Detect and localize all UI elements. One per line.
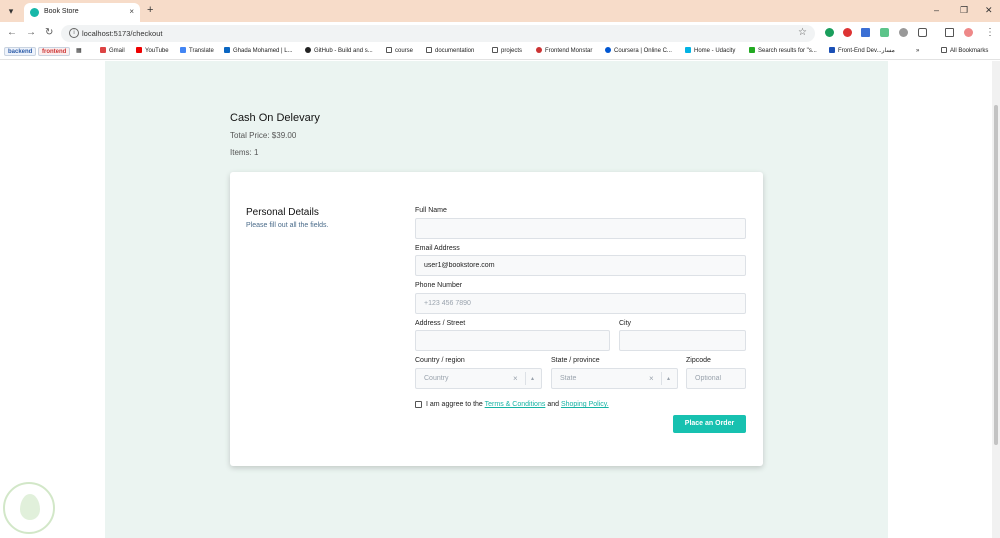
scrollbar-thumb[interactable] [994, 105, 998, 445]
select-divider [525, 372, 526, 385]
extension-grammarly-icon[interactable] [825, 28, 834, 37]
state-chevron-icon[interactable]: ▴ [667, 374, 670, 384]
profile-avatar-icon[interactable] [964, 28, 973, 37]
site-info-icon[interactable]: i [69, 28, 79, 38]
close-window-icon[interactable]: ✕ [985, 4, 993, 16]
state-placeholder: State [560, 375, 577, 382]
bookmark-github[interactable]: GitHub - Build and s... [305, 47, 373, 56]
email-label: Email Address [415, 245, 460, 252]
state-label: State / province [551, 357, 600, 364]
bookmark-youtube[interactable]: YouTube [136, 47, 169, 56]
all-bookmarks[interactable]: All Bookmarks [941, 47, 988, 56]
state-clear-icon[interactable]: × [649, 373, 654, 385]
terms-checkbox[interactable] [415, 401, 422, 408]
minimize-icon[interactable]: – [934, 4, 939, 16]
checkout-title: Cash On Delevary [230, 112, 320, 124]
bookmark-frontend-dev[interactable]: Front-End Dev...مسار [829, 47, 895, 56]
bookmark-search-results[interactable]: Search results for "s... [749, 47, 817, 56]
section-title: Personal Details [246, 207, 319, 218]
terms-text: I am aggree to the Terms & Conditions an… [426, 400, 609, 410]
extension-gear-icon[interactable] [899, 28, 908, 37]
favicon-icon [30, 8, 39, 17]
city-input[interactable] [619, 330, 746, 351]
bookmark-star-icon[interactable]: ☆ [798, 27, 807, 38]
bookmark-udacity[interactable]: Home - Udacity [685, 47, 735, 56]
extension-green-icon[interactable] [880, 28, 889, 37]
zipcode-label: Zipcode [686, 357, 711, 364]
tab-title: Book Store [44, 8, 79, 15]
bookmark-projects[interactable]: projects [492, 47, 522, 56]
total-price: Total Price: $39.00 [230, 131, 297, 140]
watermark-logo [3, 482, 55, 534]
email-input[interactable] [415, 255, 746, 276]
extension-adblock-icon[interactable] [843, 28, 852, 37]
bookmark-linkedin[interactable]: Ghada Mohamed | L... [224, 47, 293, 56]
url-input[interactable]: i localhost:5173/checkout ☆ [61, 25, 815, 42]
phone-label: Phone Number [415, 282, 463, 289]
section-subtitle: Please fill out all the fields. [246, 222, 329, 229]
bookmark-frontend-monstar[interactable]: Frontend Monstar [536, 47, 592, 56]
country-select[interactable]: Country × ▴ [415, 368, 542, 389]
tab-close-icon[interactable]: × [129, 6, 134, 18]
new-tab-icon[interactable]: + [147, 3, 153, 17]
state-select[interactable]: State × ▴ [551, 368, 678, 389]
bookmark-translate[interactable]: Translate [180, 47, 214, 56]
bookmark-backend[interactable]: backend [4, 47, 37, 56]
terms-and: and [547, 401, 559, 408]
extension-grid-icon[interactable] [861, 28, 870, 37]
full-name-label: Full Name [415, 207, 447, 214]
country-clear-icon[interactable]: × [513, 373, 518, 385]
address-label: Address / Street [415, 320, 466, 327]
reload-icon[interactable]: ↻ [45, 26, 53, 40]
address-input[interactable] [415, 330, 610, 351]
place-order-button[interactable]: Place an Order [673, 415, 746, 433]
browser-menu-icon[interactable]: ⋮ [985, 26, 995, 40]
bookmark-frontend[interactable]: frontend [38, 47, 71, 56]
country-label: Country / region [415, 357, 465, 364]
phone-input[interactable] [415, 293, 746, 314]
extensions-puzzle-icon[interactable] [918, 28, 927, 37]
forward-icon[interactable]: → [26, 26, 36, 40]
media-control-icon[interactable] [945, 28, 954, 37]
bookmark-gmail[interactable]: Gmail [100, 47, 125, 56]
tab-book-store[interactable]: Book Store × [24, 3, 140, 22]
apps-grid-icon[interactable]: ▦ [76, 47, 82, 56]
leaf-icon [20, 494, 40, 520]
browser-tab-bar: ▾ Book Store × + – ❐ ✕ [0, 0, 1000, 22]
bookmark-coursera[interactable]: Coursera | Online C... [605, 47, 672, 56]
terms-conditions-link[interactable]: Terms & Conditions [485, 401, 546, 408]
maximize-icon[interactable]: ❐ [960, 4, 968, 16]
tab-list-icon[interactable]: ▾ [4, 4, 18, 18]
bookmarks-bar: backend frontend ▦ Gmail YouTube Transla… [0, 44, 1000, 60]
country-chevron-icon[interactable]: ▴ [531, 374, 534, 384]
items-count: Items: 1 [230, 148, 259, 157]
bookmark-documentation[interactable]: documentation [426, 47, 474, 56]
select-divider [661, 372, 662, 385]
country-placeholder: Country [424, 375, 449, 382]
shopping-policy-link[interactable]: Shoping Policy. [561, 401, 609, 408]
page-scrollbar[interactable] [992, 61, 1000, 538]
url-text: localhost:5173/checkout [82, 29, 163, 38]
back-icon[interactable]: ← [7, 26, 17, 40]
terms-prefix: I am aggree to the [426, 401, 483, 408]
city-label: City [619, 320, 632, 327]
full-name-input[interactable] [415, 218, 746, 239]
bookmark-course[interactable]: course [386, 47, 413, 56]
bookmarks-overflow-icon[interactable]: » [916, 47, 919, 56]
zipcode-input[interactable] [686, 368, 746, 389]
